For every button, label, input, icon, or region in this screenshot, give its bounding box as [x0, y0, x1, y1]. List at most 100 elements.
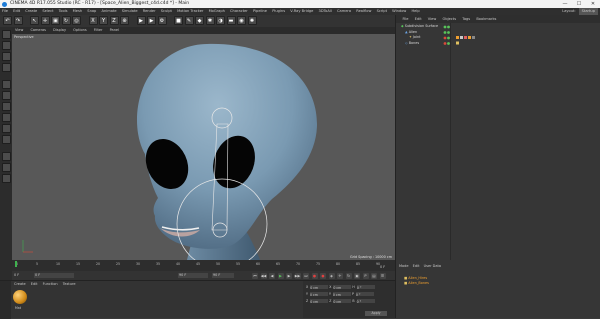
apply-button[interactable]: Apply	[365, 311, 387, 316]
lock-workplane-icon[interactable]	[1, 163, 11, 172]
enable-axis-icon[interactable]	[1, 113, 11, 122]
start-frame-field[interactable]: 0 F	[34, 273, 74, 278]
layout-dropdown[interactable]: Startup	[578, 8, 598, 15]
camera-icon[interactable]: ◉	[237, 16, 246, 25]
menu-mograph[interactable]: MoGraph	[207, 8, 227, 15]
render-to-picture-viewer-icon[interactable]: ▶	[147, 16, 156, 25]
om-menu-view[interactable]: View	[425, 15, 439, 23]
end-frame-field[interactable]: 90 F	[178, 273, 208, 278]
last-tool-icon[interactable]: ◎	[72, 16, 81, 25]
sculpt-icon[interactable]	[1, 174, 11, 183]
mat-menu-create[interactable]: Create	[12, 281, 28, 287]
menu-animate[interactable]: Animate	[100, 8, 119, 15]
param-key-icon[interactable]: P	[362, 272, 369, 279]
attr-menu-mode[interactable]: Mode	[399, 264, 409, 268]
menu-snap[interactable]: Snap	[85, 8, 98, 15]
points-mode-icon[interactable]	[1, 80, 11, 89]
rotation-key-icon[interactable]: ↻	[345, 272, 352, 279]
om-menu-bookmarks[interactable]: Bookmarks	[474, 15, 499, 23]
undo-icon[interactable]: ↶	[3, 16, 12, 25]
timeline-icon[interactable]: ☰	[379, 272, 386, 279]
workplane-icon[interactable]	[1, 63, 11, 72]
polygons-mode-icon[interactable]	[1, 102, 11, 111]
close-button[interactable]: ✕	[586, 0, 600, 8]
y-axis-icon[interactable]: Y	[99, 16, 108, 25]
light-icon[interactable]: ✺	[247, 16, 257, 25]
mat-menu-edit[interactable]: Edit	[29, 281, 40, 287]
timeline-ruler[interactable]: 0 5 10 15 20 25 30 35 40 45 50 55 60 65 70 75 80 85 90	[12, 260, 395, 268]
playhead[interactable]	[15, 261, 17, 267]
cube-icon[interactable]: ■	[174, 16, 183, 25]
floor-icon[interactable]: ▬	[226, 16, 236, 25]
max-frame-field[interactable]: 90 F	[212, 273, 234, 278]
pla-key-icon[interactable]: ▤	[371, 272, 377, 279]
autokey-icon[interactable]: ●	[320, 272, 326, 279]
record-icon[interactable]: ●	[311, 272, 318, 279]
scale-key-icon[interactable]: ▣	[354, 272, 360, 279]
perspective-viewport[interactable]: Perspective Grid Spacing : 10000 cm	[12, 34, 395, 260]
menu-select[interactable]: Select	[40, 8, 55, 15]
menu-tools[interactable]: Tools	[57, 8, 70, 15]
menu-help[interactable]: Help	[409, 8, 421, 15]
snap-icon[interactable]	[1, 152, 11, 161]
viewport-menu-view[interactable]: View	[12, 27, 26, 34]
array-icon[interactable]: ✱	[205, 16, 215, 25]
deformer-icon[interactable]: ◑	[216, 16, 225, 25]
coord-field[interactable]: 0 cm	[333, 285, 352, 290]
coord-field[interactable]: 0 °	[356, 285, 375, 290]
viewport-menu-cameras[interactable]: Cameras	[27, 27, 49, 34]
z-axis-icon[interactable]: Z	[109, 16, 119, 25]
menu-sculpt[interactable]: Sculpt	[159, 8, 174, 15]
attr-item-row[interactable]: ■ Alien_Bones	[404, 281, 429, 285]
viewport-menu-filter[interactable]: Filter	[91, 27, 106, 34]
next-frame-icon[interactable]: ▶	[286, 272, 292, 279]
viewport-menu-display[interactable]: Display	[50, 27, 69, 34]
pen-icon[interactable]: ✎	[184, 16, 194, 25]
menu-camera[interactable]: Camera	[335, 8, 353, 15]
material-name[interactable]: Mat	[15, 306, 21, 310]
om-menu-tags[interactable]: Tags	[460, 15, 473, 23]
coord-field[interactable]: 0 cm	[310, 299, 329, 304]
redo-icon[interactable]: ↷	[13, 16, 23, 25]
coordinate-system-icon[interactable]: ⊕	[120, 16, 129, 25]
coord-field[interactable]: 0 °	[356, 299, 375, 304]
x-axis-icon[interactable]: X	[88, 16, 98, 25]
menu-realflow[interactable]: Realflow	[354, 8, 373, 15]
coord-field[interactable]: 0 cm	[332, 292, 351, 297]
rotate-icon[interactable]: ↻	[61, 16, 71, 25]
coord-field[interactable]: 0 cm	[333, 299, 352, 304]
om-menu-file[interactable]: File	[400, 15, 411, 23]
mat-menu-function[interactable]: Function	[41, 281, 60, 287]
coord-field[interactable]: 0 cm	[309, 292, 328, 297]
edges-mode-icon[interactable]	[1, 91, 11, 100]
play-icon[interactable]: ▶	[277, 272, 284, 279]
attr-item-row[interactable]: ■ Alien_Hires	[404, 276, 427, 280]
menu-plugins[interactable]: Plugins	[270, 8, 287, 15]
menu-mesh[interactable]: Mesh	[71, 8, 84, 15]
viewport-solo-icon[interactable]	[1, 135, 11, 144]
live-selection-icon[interactable]: ↖	[30, 16, 39, 25]
coord-field[interactable]: 0 cm	[310, 285, 329, 290]
previous-key-icon[interactable]: ◀◀	[260, 272, 267, 279]
menu-character[interactable]: Character	[228, 8, 250, 15]
attr-menu-edit[interactable]: Edit	[413, 264, 420, 268]
make-editable-icon[interactable]	[1, 30, 11, 39]
menu-create[interactable]: Create	[23, 8, 39, 15]
coord-field[interactable]: 0 °	[355, 292, 374, 297]
move-icon[interactable]: ✛	[40, 16, 50, 25]
attr-menu-user-data[interactable]: User Data	[424, 264, 441, 268]
viewport-menu-options[interactable]: Options	[70, 27, 90, 34]
minimize-button[interactable]: —	[558, 0, 572, 8]
material-swatch[interactable]	[13, 290, 27, 304]
render-active-view-icon[interactable]: ▶	[136, 16, 146, 25]
om-menu-objects[interactable]: Objects	[440, 15, 459, 23]
menu-window[interactable]: Window	[390, 8, 408, 15]
texture-mode-icon[interactable]	[1, 52, 11, 61]
next-key-icon[interactable]: ▶▶	[294, 272, 301, 279]
menu-script[interactable]: Script	[375, 8, 389, 15]
scale-icon[interactable]: ▣	[51, 16, 60, 25]
current-frame-field[interactable]: 0 F	[14, 273, 19, 277]
menu-3dtoall[interactable]: 3DToAll	[317, 8, 334, 15]
menu-motion-tracker[interactable]: Motion Tracker	[175, 8, 205, 15]
maximize-button[interactable]: ☐	[572, 0, 586, 8]
